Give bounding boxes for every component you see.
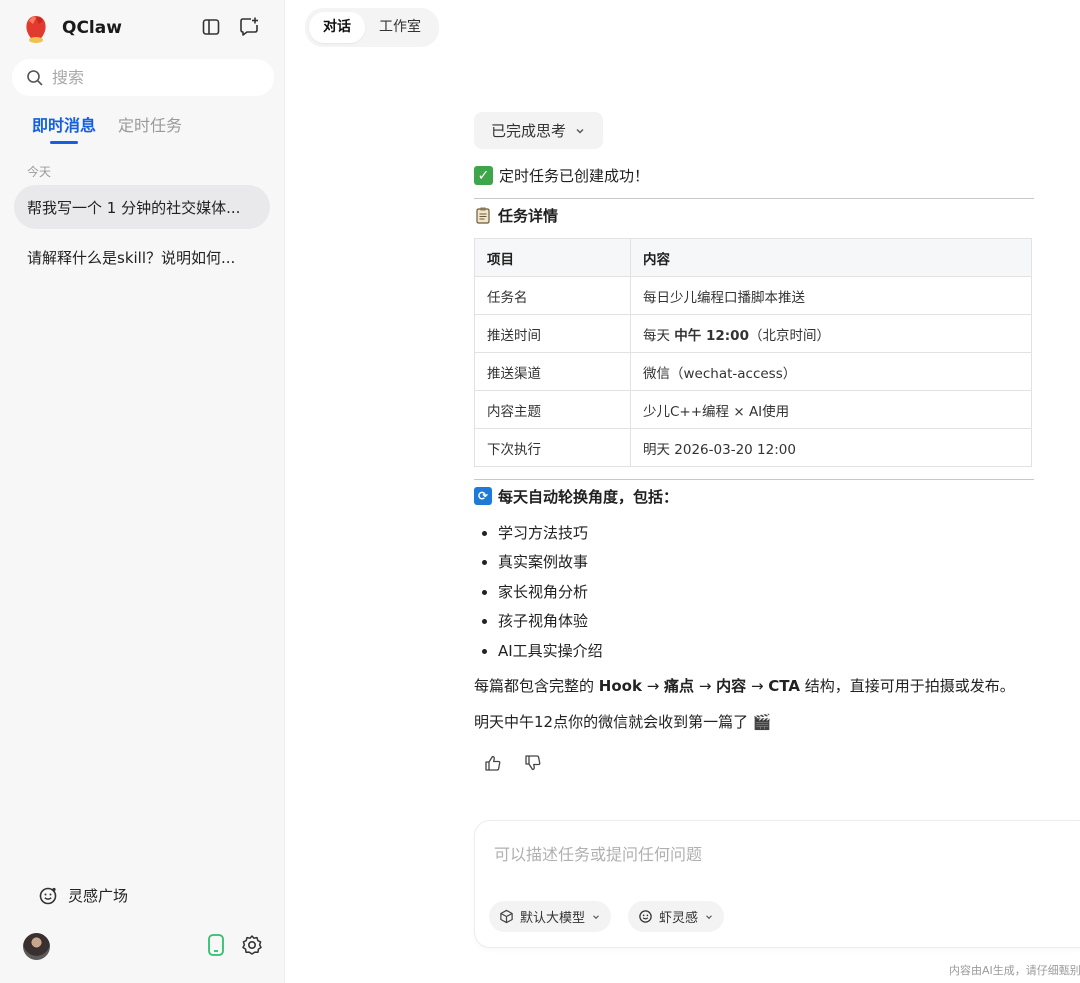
details-heading-text: 任务详情 xyxy=(498,206,559,225)
closing-paragraph: 明天中午12点你的微信就会收到第一篇了 🎬 xyxy=(474,712,772,731)
task-details-table: 项目 内容 任务名 每日少儿编程口播脚本推送 推送时间 每天 中午 12:00（… xyxy=(474,238,1032,467)
refresh-icon: ⟳ xyxy=(474,487,492,505)
table-row: 内容主题 少儿C++编程 × AI使用 xyxy=(474,390,1032,429)
status-line: ✓ 定时任务已创建成功！ xyxy=(474,165,1034,186)
check-mark-icon: ✓ xyxy=(474,166,493,185)
model-select-button[interactable]: 默认大模型 xyxy=(489,901,612,932)
sidebar-top-actions xyxy=(200,16,260,38)
table-header-row: 项目 内容 xyxy=(474,238,1032,277)
app-name: QClaw xyxy=(62,18,122,38)
divider xyxy=(474,198,1034,199)
table-cell: 每天 中午 12:00（北京时间） xyxy=(630,314,1032,353)
cube-icon xyxy=(500,909,513,924)
toggle-sidebar-icon[interactable] xyxy=(200,16,222,38)
new-chat-icon[interactable] xyxy=(238,16,260,38)
structure-paragraph: 每篇都包含完整的 Hook → 痛点 → 内容 → CTA 结构，直接可用于拍摄… xyxy=(474,676,1015,695)
table-header: 项目 xyxy=(474,238,631,277)
sidebar: QClaw 即时消息 定时任务 今天 帮我写一个 1 分钟的社交媒体... 请解… xyxy=(0,0,285,983)
settings-gear-icon[interactable] xyxy=(241,934,263,956)
inspiration-plaza-button[interactable]: 灵感广场 xyxy=(38,885,128,906)
conversation-item[interactable]: 请解释什么是skill？说明如何... xyxy=(14,235,270,279)
chevron-down-icon xyxy=(576,128,584,133)
table-cell: 明天 2026-03-20 12:00 xyxy=(630,428,1032,467)
message-input[interactable] xyxy=(494,841,1054,871)
thumbs-down-icon[interactable] xyxy=(522,752,544,774)
assistant-message: 已完成思考 ✓ 定时任务已创建成功！ 任务详情 项目 内容 任务名 每日少儿编程… xyxy=(474,112,1034,774)
main-mode-tabs: 对话 工作室 xyxy=(305,8,439,47)
chevron-down-icon xyxy=(706,914,712,919)
angle-list: 学习方法技巧 真实案例故事 家长视角分析 孩子视角体验 AI工具实操介绍 xyxy=(474,519,1034,666)
list-item: 家长视角分析 xyxy=(498,578,1034,607)
sidebar-bottom-actions xyxy=(205,934,263,956)
tab-studio[interactable]: 工作室 xyxy=(365,12,435,43)
inspire-label: 虾灵感 xyxy=(659,911,699,926)
inspiration-label: 灵感广场 xyxy=(68,887,129,905)
conversation-item[interactable]: 帮我写一个 1 分钟的社交媒体... xyxy=(14,185,270,229)
brand: QClaw xyxy=(22,12,122,44)
ai-disclaimer: 内容由AI生成，请仔细甄别 xyxy=(949,964,1080,977)
search-box[interactable] xyxy=(12,59,274,96)
list-item: 真实案例故事 xyxy=(498,548,1034,577)
smile-icon xyxy=(39,887,57,904)
status-text: 定时任务已创建成功！ xyxy=(499,167,650,185)
tab-scheduled-tasks[interactable]: 定时任务 xyxy=(118,112,182,144)
table-row: 推送时间 每天 中午 12:00（北京时间） xyxy=(474,314,1032,353)
sidebar-tabs: 即时消息 定时任务 xyxy=(32,112,182,144)
search-input[interactable] xyxy=(52,68,252,87)
thumbs-up-icon[interactable] xyxy=(482,752,504,774)
thinking-label: 已完成思考 xyxy=(491,122,567,140)
smile-icon xyxy=(639,910,652,923)
table-cell: 推送时间 xyxy=(474,314,631,353)
table-cell: 推送渠道 xyxy=(474,352,631,391)
table-cell: 微信（wechat-access） xyxy=(630,352,1032,391)
rotation-heading-text: 每天自动轮换角度，包括： xyxy=(498,487,679,506)
table-row: 任务名 每日少儿编程口播脚本推送 xyxy=(474,276,1032,315)
claw-logo-icon xyxy=(26,16,46,43)
table-header: 内容 xyxy=(630,238,1032,277)
tab-chat[interactable]: 对话 xyxy=(309,12,365,43)
table-row: 推送渠道 微信（wechat-access） xyxy=(474,352,1032,391)
table-cell: 少儿C++编程 × AI使用 xyxy=(630,390,1032,429)
feedback-actions xyxy=(474,752,1034,774)
search-icon xyxy=(27,69,43,86)
thinking-toggle-button[interactable]: 已完成思考 xyxy=(474,112,604,149)
tab-instant-messages[interactable]: 即时消息 xyxy=(32,112,96,144)
inspire-select-button[interactable]: 虾灵感 xyxy=(628,901,725,932)
list-item: 学习方法技巧 xyxy=(498,519,1034,548)
message-composer: 默认大模型 虾灵感 xyxy=(474,820,1080,948)
section-label-today: 今天 xyxy=(27,165,52,179)
mobile-device-icon[interactable] xyxy=(205,934,227,956)
list-item: AI工具实操介绍 xyxy=(498,637,1034,666)
user-avatar[interactable] xyxy=(23,933,50,960)
clipboard-icon xyxy=(476,207,490,224)
rotation-heading: ⟳ 每天自动轮换角度，包括： xyxy=(474,485,1034,507)
table-row: 下次执行 明天 2026-03-20 12:00 xyxy=(474,428,1032,467)
details-heading: 任务详情 xyxy=(474,204,1034,226)
table-cell: 内容主题 xyxy=(474,390,631,429)
table-cell: 每日少儿编程口播脚本推送 xyxy=(630,276,1032,315)
divider xyxy=(474,479,1034,480)
model-label: 默认大模型 xyxy=(520,911,586,926)
list-item: 孩子视角体验 xyxy=(498,607,1034,636)
table-cell: 下次执行 xyxy=(474,428,631,467)
table-cell: 任务名 xyxy=(474,276,631,315)
chevron-down-icon xyxy=(593,914,599,919)
